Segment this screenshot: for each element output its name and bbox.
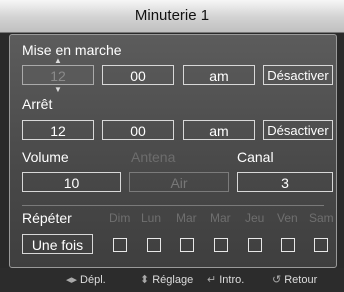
channel-label: Canal <box>237 149 274 165</box>
left-right-arrows-icon: ◂▸ <box>66 274 78 286</box>
power-off-label: Arrêt <box>22 96 53 112</box>
channel-field[interactable]: 3 <box>237 172 333 192</box>
day-checkbox-mon[interactable] <box>147 238 161 252</box>
power-on-status-field[interactable]: Désactiver <box>263 65 333 85</box>
settings-panel: Mise en marche ▲ 12 ▼ 00 am Désactiver A… <box>9 34 337 268</box>
volume-field[interactable]: 10 <box>22 172 121 192</box>
power-on-hour-value: 12 <box>50 68 66 84</box>
enter-icon: ↵ <box>207 274 217 286</box>
day-checkbox-tue[interactable] <box>180 238 194 252</box>
day-checkbox-fri[interactable] <box>281 238 295 252</box>
timer-dialog: Minuterie 1 Mise en marche ▲ 12 ▼ 00 am … <box>0 0 344 292</box>
footer-hints: ◂▸ Dépl. ⬍ Réglage ↵ Intro. ↺ Retour <box>0 268 344 292</box>
day-checkbox-sat[interactable] <box>314 238 328 252</box>
power-off-status-field[interactable]: Désactiver <box>263 120 333 140</box>
antenna-label: Antena <box>131 149 176 165</box>
separator <box>22 205 324 206</box>
volume-label: Volume <box>22 149 69 165</box>
day-label-tue: Mar <box>176 211 197 225</box>
repeat-label: Répéter <box>22 210 72 226</box>
day-label-wed: Mar <box>210 211 231 225</box>
return-icon: ↺ <box>272 274 282 286</box>
power-off-minute-field[interactable]: 00 <box>102 120 174 140</box>
move-hint-label: Dépl. <box>80 274 106 286</box>
return-hint-label: Retour <box>284 274 318 286</box>
day-checkbox-thu[interactable] <box>248 238 262 252</box>
day-label-sun: Dim <box>109 211 131 225</box>
repeat-mode-field[interactable]: Une fois <box>22 234 93 254</box>
day-label-fri: Ven <box>277 211 298 225</box>
power-on-minute-field[interactable]: 00 <box>102 65 174 85</box>
adjust-hint: ⬍ Réglage <box>140 273 193 286</box>
dialog-title: Minuterie 1 <box>0 0 344 33</box>
enter-hint-label: Intro. <box>219 274 245 286</box>
power-off-ampm-field[interactable]: am <box>183 120 255 140</box>
return-hint: ↺ Retour <box>272 273 317 286</box>
day-label-thu: Jeu <box>245 211 265 225</box>
day-label-mon: Lun <box>141 211 162 225</box>
down-arrow-icon: ▼ <box>54 85 62 94</box>
move-hint: ◂▸ Dépl. <box>66 273 106 286</box>
up-down-arrows-icon: ⬍ <box>140 274 150 286</box>
enter-hint: ↵ Intro. <box>207 273 244 286</box>
day-checkbox-wed[interactable] <box>214 238 228 252</box>
power-off-hour-field[interactable]: 12 <box>22 120 94 140</box>
up-arrow-icon: ▲ <box>54 56 62 65</box>
antenna-field: Air <box>129 172 229 192</box>
adjust-hint-label: Réglage <box>152 274 194 286</box>
power-on-label: Mise en marche <box>22 42 122 58</box>
day-label-sat: Sam <box>309 211 334 225</box>
day-checkbox-sun[interactable] <box>113 238 127 252</box>
power-on-ampm-field[interactable]: am <box>183 65 255 85</box>
power-on-hour-field[interactable]: ▲ 12 ▼ <box>22 57 94 94</box>
